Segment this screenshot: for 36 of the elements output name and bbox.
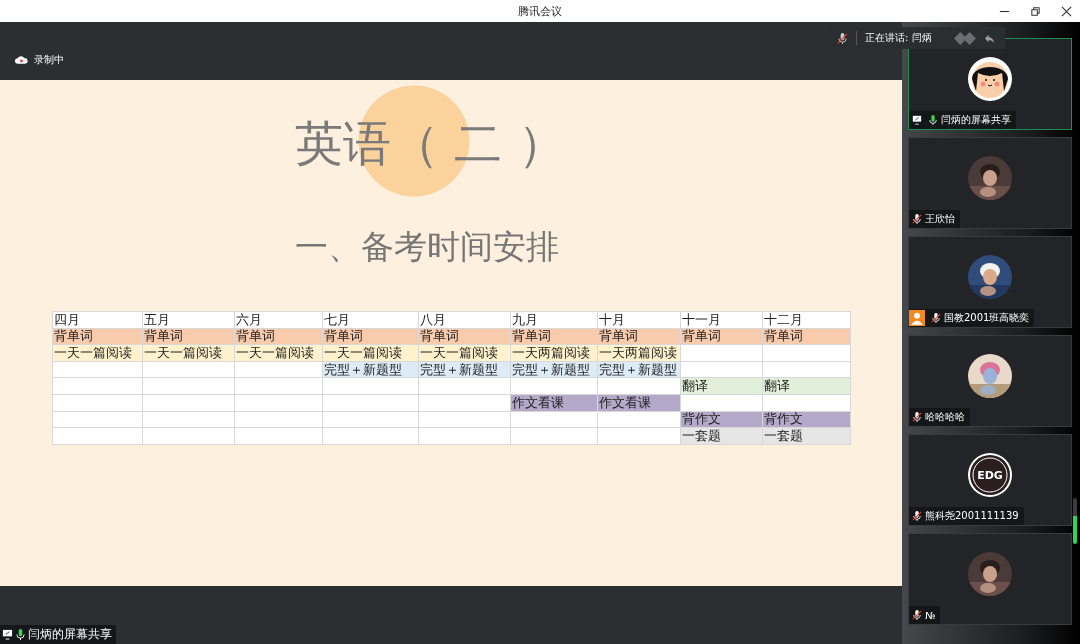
cloud-icon xyxy=(15,55,28,65)
table-header-cell: 十月 xyxy=(597,311,681,329)
slide-subtitle: 一、备考时间安排 xyxy=(295,226,560,268)
table-header-cell: 十二月 xyxy=(762,311,851,329)
close-icon[interactable] xyxy=(1061,5,1072,17)
participant-name: № xyxy=(925,609,936,621)
table-header-cell: 九月 xyxy=(510,311,598,329)
back-arrow-icon[interactable] xyxy=(984,32,995,44)
participant-name: 熊科尧2001111139 xyxy=(925,509,1019,523)
restore-icon[interactable] xyxy=(1030,5,1041,17)
share-label-text: 闫炳的屏幕共享 xyxy=(28,626,112,643)
recording-label: 录制中 xyxy=(34,53,64,67)
participant-name: 哈哈哈哈 xyxy=(925,410,965,424)
participant-tile[interactable]: 王欣怡 xyxy=(908,137,1072,229)
table-header-cell: 七月 xyxy=(322,311,419,329)
diamond-icon xyxy=(954,31,976,45)
microphone-icon xyxy=(15,629,26,640)
participant-name: 闫炳的屏幕共享 xyxy=(941,113,1011,127)
participant-name: 国教2001班高晓奕 xyxy=(944,311,1030,325)
table-header-cell: 八月 xyxy=(418,311,511,329)
logo-avatar: EDG xyxy=(968,453,1012,497)
table-header-cell: 六月 xyxy=(234,311,323,329)
participant-tile[interactable]: EDG 熊科尧2001111139 xyxy=(908,434,1072,526)
slide-title: 英语（ 二 ） xyxy=(295,114,566,173)
cartoon-avatar xyxy=(968,57,1012,101)
participant-tile[interactable]: № xyxy=(908,533,1072,625)
table-header-cell: 四月 xyxy=(52,311,143,329)
participant-tile[interactable]: 哈哈哈哈 xyxy=(908,335,1072,427)
screen-share-icon xyxy=(2,629,13,640)
participant-tile[interactable]: 国教2001班高晓奕 xyxy=(908,236,1072,328)
table-header-cell: 十一月 xyxy=(680,311,763,329)
muted-microphone-icon xyxy=(837,32,848,44)
window-title: 腾讯会议 xyxy=(518,3,562,19)
scrollbar-thumb[interactable] xyxy=(1073,498,1077,544)
participant-name: 王欣怡 xyxy=(925,212,955,226)
table-header-cell: 五月 xyxy=(142,311,235,329)
